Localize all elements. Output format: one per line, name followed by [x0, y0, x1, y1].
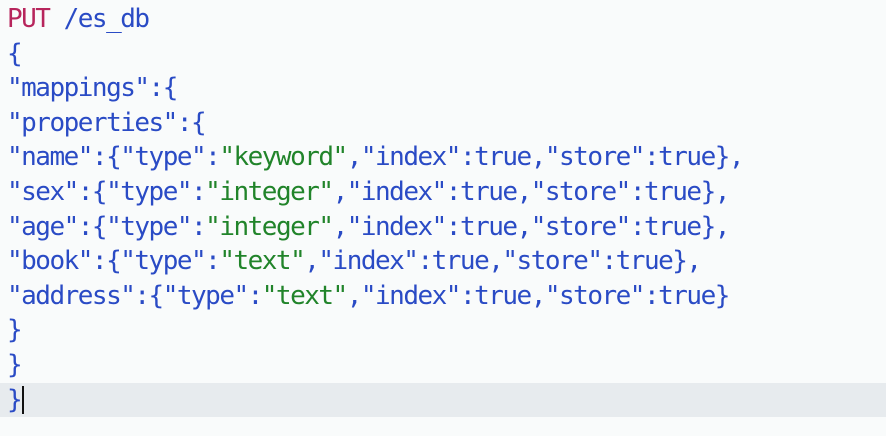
properties-key: "properties"	[7, 107, 178, 138]
request-path: /es_db	[63, 4, 150, 34]
field-type: "keyword"	[219, 142, 348, 173]
field-name: "sex"	[7, 176, 79, 207]
field-name: "age"	[7, 211, 79, 242]
mappings-key: "mappings"	[7, 73, 150, 104]
field-type: "integer"	[205, 176, 334, 207]
field-type: "text"	[219, 246, 305, 277]
field-line-address: "address":{"type":"text","index":true,"s…	[7, 280, 730, 311]
mappings-line: "mappings":{	[7, 73, 178, 104]
close-brace-line: }	[7, 315, 23, 346]
code-editor[interactable]: PUT /es_db { "mappings":{ "properties":{…	[0, 0, 886, 436]
field-line-name: "name":{"type":"keyword","index":true,"s…	[7, 142, 745, 173]
editor-lines: PUT /es_db { "mappings":{ "properties":{…	[0, 2, 886, 418]
field-line-book: "book":{"type":"text","index":true,"stor…	[7, 246, 702, 277]
field-line-age: "age":{"type":"integer","index":true,"st…	[7, 211, 730, 242]
open-brace-line: {	[7, 38, 23, 69]
properties-line: "properties":{	[7, 107, 207, 138]
field-name: "book"	[7, 246, 93, 277]
text-cursor	[22, 386, 25, 415]
field-type: "integer"	[205, 211, 334, 242]
field-name: "address"	[7, 280, 136, 311]
active-line[interactable]: }	[0, 382, 886, 418]
field-name: "name"	[7, 142, 93, 173]
field-type: "text"	[261, 280, 348, 311]
http-method: PUT	[7, 4, 51, 34]
close-brace-line: }	[7, 349, 23, 380]
field-line-sex: "sex":{"type":"integer","index":true,"st…	[7, 176, 730, 207]
request-line: PUT /es_db	[7, 2, 886, 37]
